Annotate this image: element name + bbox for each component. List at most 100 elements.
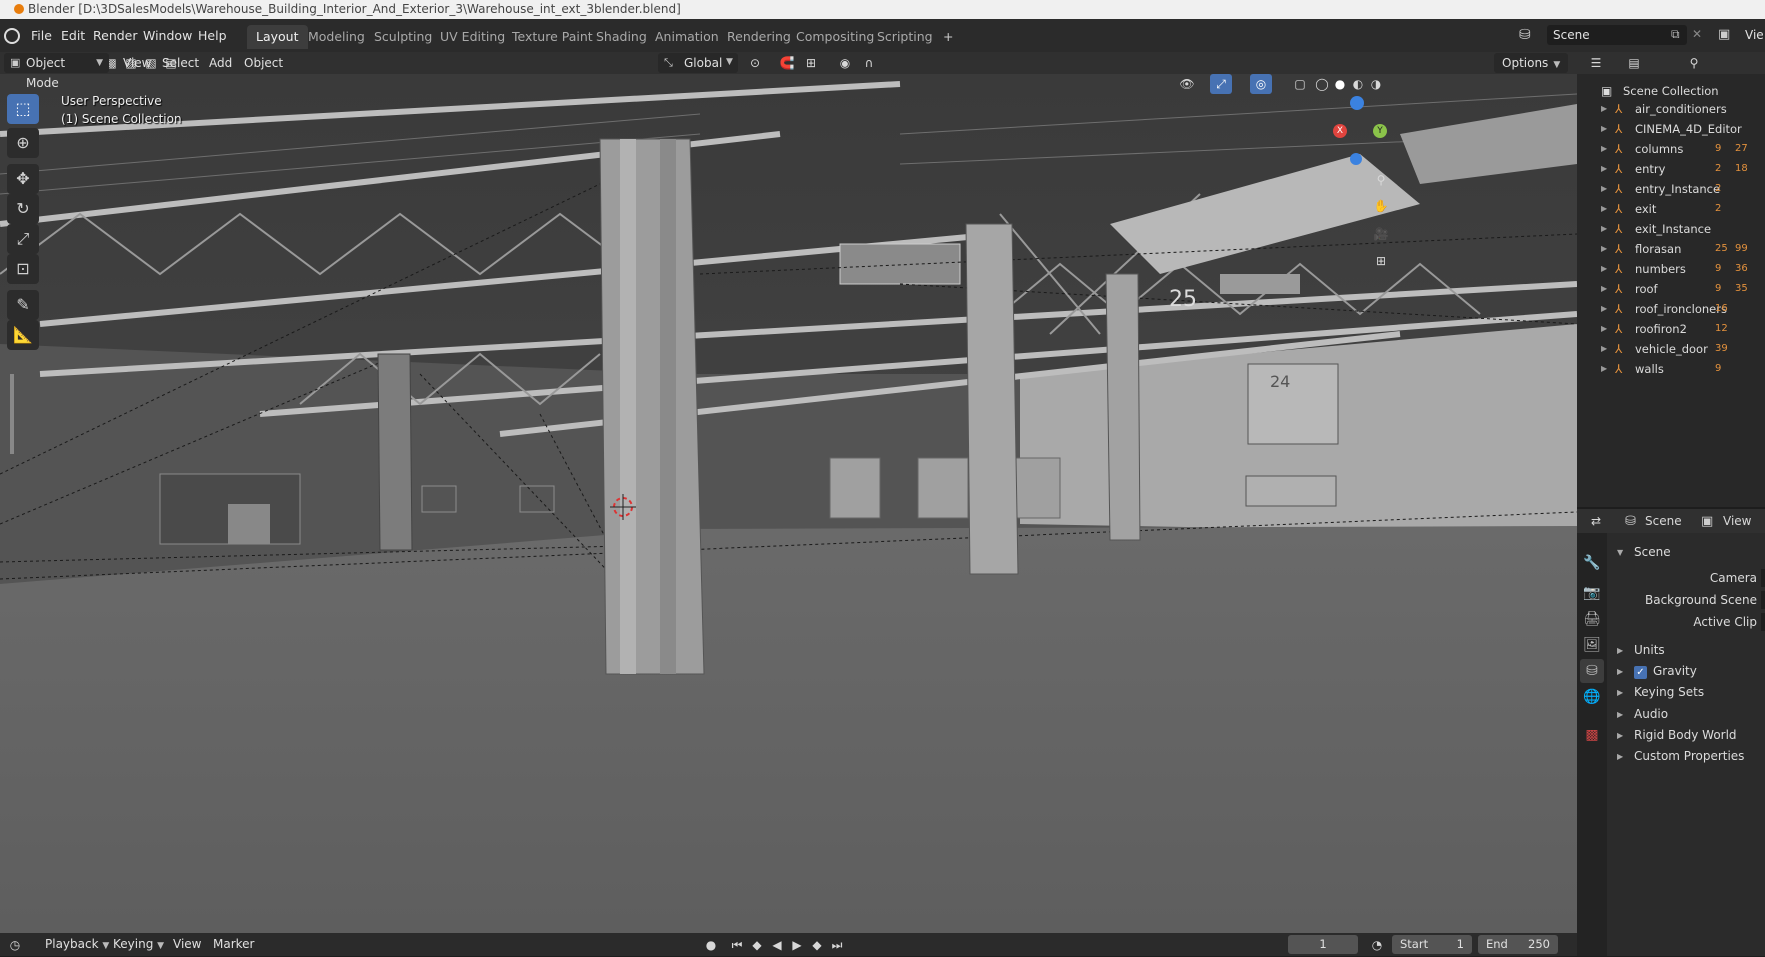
tab-uv-editing[interactable]: UV Editing <box>431 25 514 49</box>
gizmo-toggle-icon[interactable]: ⤢ <box>1210 74 1232 94</box>
keying-sets-panel[interactable]: ▶ Keying Sets <box>1607 685 1765 705</box>
blender-menu-icon[interactable] <box>4 28 20 44</box>
outliner-item[interactable]: ▶ ⅄ florasan 25 99 <box>1577 240 1765 258</box>
transform-orientation-dropdown[interactable]: ⤡ Global ▼ <box>658 53 738 73</box>
play-icon[interactable]: ▶ <box>786 935 808 955</box>
play-reverse-icon[interactable]: ◀ <box>766 935 788 955</box>
texture-settings-icon[interactable]: ▩ <box>1580 723 1604 747</box>
output-settings-icon[interactable]: 🖨 <box>1580 607 1604 631</box>
expand-arrow-icon[interactable]: ▶ <box>1601 160 1607 178</box>
custom-properties-panel[interactable]: ▶ Custom Properties <box>1607 749 1765 769</box>
jump-end-icon[interactable]: ⏭ <box>826 935 848 955</box>
outliner-item[interactable]: ▶ ⅄ vehicle_door 39 <box>1577 340 1765 358</box>
outliner-item[interactable]: ▶ ⅄ entry_Instance 2 <box>1577 180 1765 198</box>
move-tool-icon[interactable]: ✥ <box>7 164 39 194</box>
expand-arrow-icon[interactable]: ▶ <box>1601 100 1607 118</box>
expand-arrow-icon[interactable]: ▶ <box>1601 300 1607 318</box>
tab-sculpting[interactable]: Sculpting <box>365 25 441 49</box>
menu-object[interactable]: Object <box>237 52 290 74</box>
options-dropdown[interactable]: Options ▼ <box>1494 53 1568 73</box>
outliner-item[interactable]: ▶ ⅄ roof 9 35 <box>1577 280 1765 298</box>
ortho-toggle-icon[interactable]: ⊞ <box>1370 251 1392 271</box>
menu-window[interactable]: Window <box>136 25 199 47</box>
record-icon[interactable]: ● <box>700 935 722 955</box>
tab-animation[interactable]: Animation <box>646 25 728 49</box>
expand-arrow-icon[interactable]: ▶ <box>1601 180 1607 198</box>
pan-hand-icon[interactable]: ✋ <box>1370 196 1392 216</box>
gravity-checkbox[interactable]: ✓ <box>1634 666 1647 679</box>
outliner-item[interactable]: ▶ ⅄ roofiron2 12 <box>1577 320 1765 338</box>
outliner-item[interactable]: ▶ ⅄ exit_Instance <box>1577 220 1765 238</box>
start-frame-field[interactable]: Start 1 <box>1392 935 1472 954</box>
world-settings-icon[interactable]: 🌐 <box>1580 685 1604 709</box>
measure-tool-icon[interactable]: 📐 <box>7 320 39 350</box>
outliner-item[interactable]: ▶ ⅄ columns 9 27 <box>1577 140 1765 158</box>
transform-tool-icon[interactable]: ⊡ <box>7 254 39 284</box>
outliner-item[interactable]: ▶ ⅄ exit 2 <box>1577 200 1765 218</box>
display-mode-icon[interactable]: ▤ <box>1623 53 1645 73</box>
object-mode-dropdown[interactable]: ▣ Object Mode ▼ <box>4 53 109 90</box>
menu-timeline-view[interactable]: View <box>166 933 208 955</box>
3d-viewport[interactable]: 25 24 User Perspective (1) Scene Collect… <box>0 74 1577 933</box>
menu-help[interactable]: Help <box>191 25 234 47</box>
add-workspace-button[interactable]: + <box>934 25 962 49</box>
annotate-tool-icon[interactable]: ✎ <box>7 290 39 320</box>
prev-keyframe-icon[interactable]: ◆ <box>746 935 768 955</box>
select-tool-icon[interactable]: ⬚ <box>7 94 39 124</box>
axis-y-icon[interactable]: Y <box>1373 124 1387 138</box>
delete-scene-icon[interactable]: ✕ <box>1692 27 1702 41</box>
scene-selector[interactable]: Scene <box>1547 25 1687 45</box>
menu-playback[interactable]: Playback ▼ <box>38 933 116 955</box>
menu-select[interactable]: Select <box>155 52 206 74</box>
end-frame-field[interactable]: End 250 <box>1478 935 1558 954</box>
camera-field[interactable] <box>1761 569 1765 587</box>
timeline-editor-icon[interactable]: ◷ <box>4 935 26 955</box>
proportional-edit-icon[interactable]: ◉ <box>834 53 856 73</box>
next-keyframe-icon[interactable]: ◆ <box>806 935 828 955</box>
outliner-item[interactable]: ▶ ⅄ CINEMA_4D_Editor <box>1577 120 1765 138</box>
scene-settings-icon[interactable]: ⛁ <box>1580 659 1604 683</box>
zoom-icon[interactable]: ⚲ <box>1370 170 1392 190</box>
expand-arrow-icon[interactable]: ▶ <box>1601 280 1607 298</box>
outliner-item[interactable]: ▶ ⅄ roof_ironcloners 16 <box>1577 300 1765 318</box>
expand-arrow-icon[interactable]: ▶ <box>1601 340 1607 358</box>
snap-target-icon[interactable]: ⊞ <box>800 53 822 73</box>
expand-arrow-icon[interactable]: ▶ <box>1601 220 1607 238</box>
menu-marker[interactable]: Marker <box>206 933 261 955</box>
new-scene-icon[interactable]: ⧉ <box>1671 27 1680 42</box>
expand-arrow-icon[interactable]: ▶ <box>1601 320 1607 338</box>
visibility-icon[interactable]: 👁 <box>1176 74 1198 94</box>
properties-editor-icon[interactable]: ⇄ <box>1585 511 1607 531</box>
expand-arrow-icon[interactable]: ▶ <box>1601 200 1607 218</box>
menu-keying[interactable]: Keying ▼ <box>106 933 171 955</box>
expand-arrow-icon[interactable]: ▶ <box>1601 240 1607 258</box>
expand-arrow-icon[interactable]: ▶ <box>1601 140 1607 158</box>
expand-arrow-icon[interactable]: ▶ <box>1601 360 1607 378</box>
axis-neg-z-icon[interactable] <box>1350 153 1362 165</box>
search-icon[interactable]: ⚲ <box>1683 53 1705 73</box>
xray-toggle-icon[interactable]: ▢ <box>1289 74 1311 94</box>
gravity-panel[interactable]: ▶ ✓ Gravity <box>1607 664 1765 684</box>
jump-start-icon[interactable]: ⏮ <box>726 935 748 955</box>
view-layer-field[interactable]: Vie <box>1745 25 1764 45</box>
units-panel[interactable]: ▶ Units <box>1607 643 1765 663</box>
outliner-item[interactable]: ▶ ⅄ air_conditioners <box>1577 100 1765 118</box>
axis-x-icon[interactable]: X <box>1333 124 1347 138</box>
rigid-body-world-panel[interactable]: ▶ Rigid Body World <box>1607 728 1765 748</box>
menu-view[interactable]: View <box>116 52 158 74</box>
preview-range-icon[interactable]: ◔ <box>1366 935 1388 955</box>
tab-modeling[interactable]: Modeling <box>299 25 374 49</box>
overlays-toggle-icon[interactable]: ◎ <box>1250 74 1272 94</box>
scale-tool-icon[interactable]: ⤢ <box>7 224 39 254</box>
tool-settings-icon[interactable]: 🔧 <box>1580 551 1604 575</box>
audio-panel[interactable]: ▶ Audio <box>1607 707 1765 727</box>
snap-toggle-icon[interactable]: 🧲 <box>776 53 798 73</box>
expand-arrow-icon[interactable]: ▶ <box>1601 260 1607 278</box>
outliner-item[interactable]: ▶ ⅄ walls 9 <box>1577 360 1765 378</box>
rendered-shading-icon[interactable]: ◑ <box>1365 74 1387 94</box>
outliner-scene-collection[interactable]: ▣ Scene Collection <box>1577 82 1765 100</box>
menu-add[interactable]: Add <box>202 52 239 74</box>
current-frame-field[interactable]: 1 <box>1288 935 1358 954</box>
rotate-tool-icon[interactable]: ↻ <box>7 194 39 224</box>
cursor-tool-icon[interactable]: ⊕ <box>7 128 39 158</box>
